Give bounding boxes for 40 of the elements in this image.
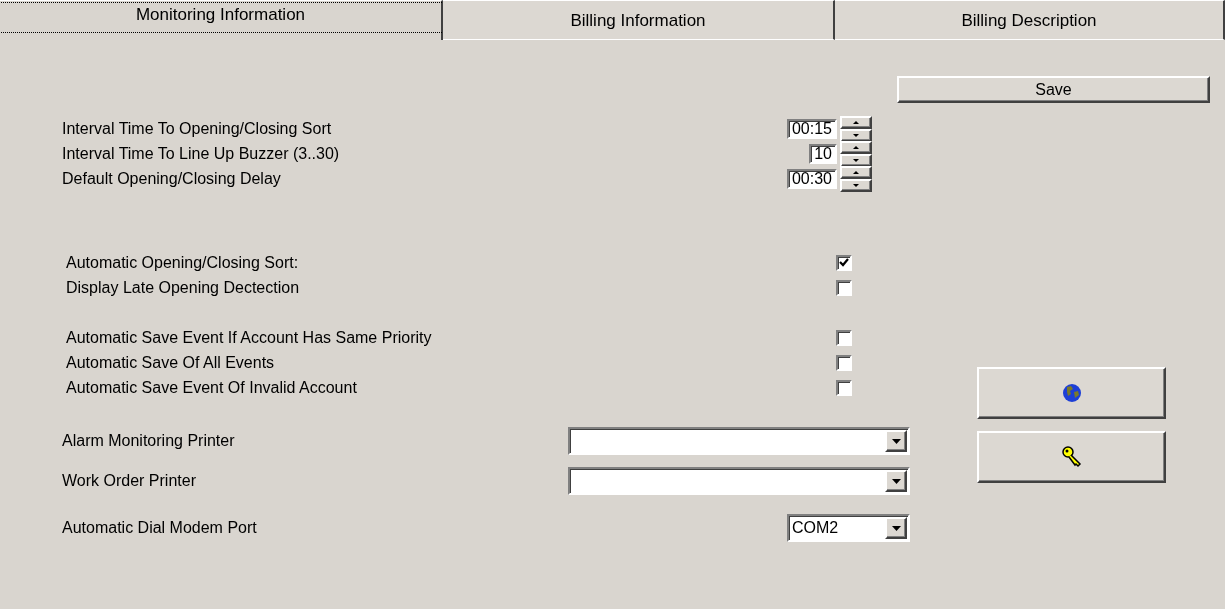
- up-button[interactable]: [840, 115, 872, 129]
- field-label: Automatic Opening/Closing Sort:: [65, 253, 300, 272]
- input-field[interactable]: 00:30: [786, 168, 837, 189]
- caret-icon: [891, 525, 901, 531]
- field-label: Automatic Save Event If Account Has Same Priority: [65, 328, 433, 347]
- checkbox[interactable]: [836, 379, 852, 396]
- checkbox[interactable]: [836, 279, 852, 296]
- field-label: Automatic Save Event Of Invalid Account: [65, 378, 358, 397]
- field-label: Automatic Dial Modem Port: [62, 519, 258, 537]
- tab[interactable]: Billing Information: [443, 0, 835, 40]
- globe-icon: [1061, 383, 1082, 403]
- field-label: Work Order Printer: [62, 472, 197, 490]
- save-button[interactable]: Save: [897, 76, 1210, 103]
- down-arrow-icon: [853, 183, 859, 187]
- field-label: Interval Time To Opening/Closing Sort: [62, 119, 333, 138]
- dropdown[interactable]: [568, 427, 910, 455]
- key-button[interactable]: [977, 431, 1166, 483]
- dropdown[interactable]: COM2: [787, 514, 910, 542]
- field-label: Automatic Save Of All Events: [65, 353, 276, 372]
- globe-button[interactable]: [977, 367, 1166, 419]
- input-field[interactable]: 00:15: [786, 118, 837, 139]
- up-arrow-icon: [853, 170, 859, 174]
- input-field[interactable]: 10: [809, 143, 837, 164]
- tab[interactable]: Billing Description: [835, 0, 1225, 40]
- caret-icon: [891, 438, 901, 444]
- key-icon: [1060, 445, 1083, 469]
- tab[interactable]: Monitoring Information: [0, 0, 443, 40]
- field-label: Alarm Monitoring Printer: [62, 432, 236, 450]
- dropdown[interactable]: [568, 467, 910, 495]
- caret-icon: [891, 478, 901, 484]
- checkbox[interactable]: [836, 329, 852, 346]
- up-arrow-icon: [853, 120, 859, 124]
- field-label: Default Opening/Closing Delay: [62, 169, 282, 188]
- up-arrow-icon: [853, 145, 859, 149]
- field-label: Interval Time To Line Up Buzzer (3..30): [62, 144, 341, 163]
- checkbox[interactable]: [836, 354, 852, 371]
- down-arrow-icon: [853, 133, 859, 137]
- field-label: Display Late Opening Dectection: [65, 278, 301, 297]
- checkbox[interactable]: [836, 254, 852, 271]
- down-arrow-icon: [853, 158, 859, 162]
